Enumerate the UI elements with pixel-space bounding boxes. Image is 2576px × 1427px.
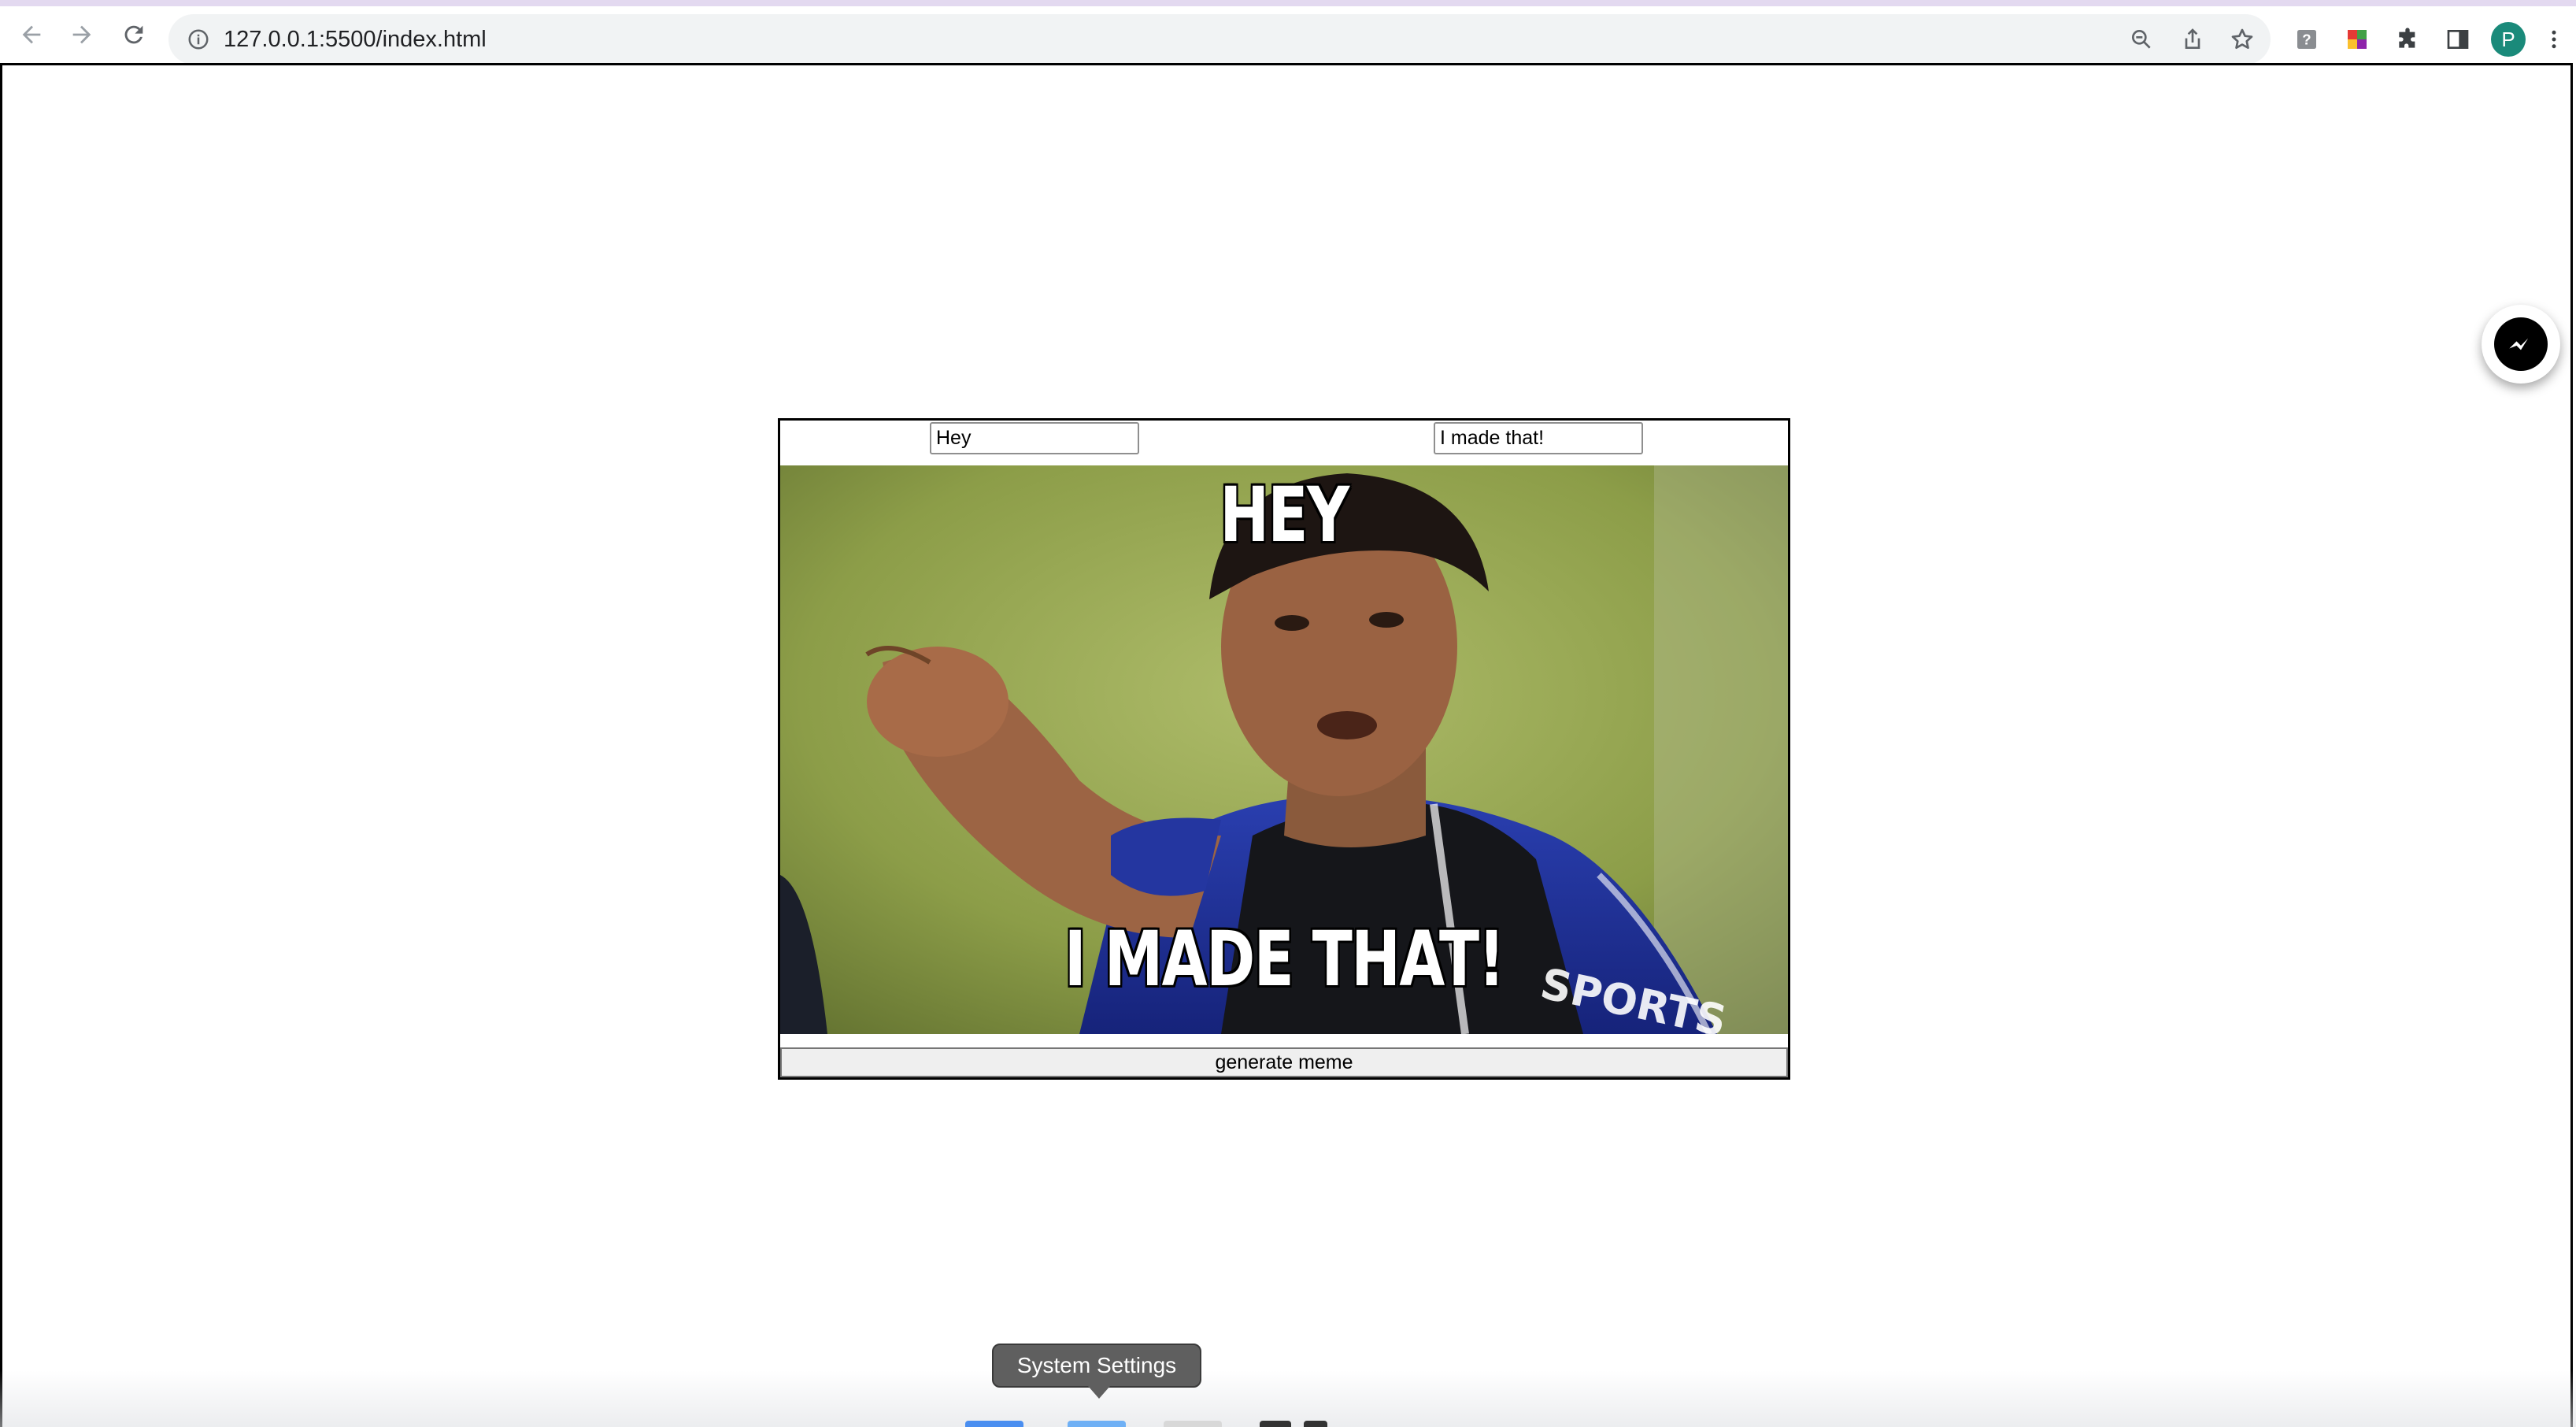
reload-icon — [124, 25, 143, 44]
top-text-input[interactable] — [930, 422, 1139, 454]
dock-app-icon[interactable] — [1260, 1421, 1291, 1427]
meme-top-caption: HEY — [1220, 471, 1349, 559]
star-icon[interactable] — [2226, 24, 2258, 55]
zoom-icon[interactable] — [2126, 24, 2157, 55]
arrow-right-icon — [72, 25, 91, 44]
dock-area — [0, 1370, 2576, 1427]
puzzle-icon[interactable] — [2390, 22, 2425, 57]
dock-app-icon[interactable] — [1068, 1421, 1126, 1427]
info-icon[interactable] — [184, 25, 213, 54]
question-icon[interactable]: ? — [2289, 22, 2324, 57]
dock-app-icon[interactable] — [1304, 1421, 1327, 1427]
generate-meme-button[interactable]: generate meme — [780, 1047, 1788, 1077]
url-text[interactable]: 127.0.0.1:5500/index.html — [224, 14, 487, 65]
forward-button[interactable] — [65, 17, 99, 52]
color-extension-icon[interactable] — [2340, 22, 2374, 57]
reload-button[interactable] — [117, 17, 151, 52]
messenger-chat-button[interactable] — [2482, 305, 2560, 384]
arrow-left-icon — [22, 25, 41, 44]
kebab-menu-icon[interactable] — [2541, 22, 2567, 57]
meme-generator-form: SPORTS HEY I MADE THAT! generate meme — [778, 418, 1790, 1080]
window-accent-strip — [0, 0, 2576, 6]
messenger-icon — [2494, 317, 2548, 371]
system-settings-tooltip: System Settings — [992, 1344, 1201, 1388]
address-bar[interactable]: 127.0.0.1:5500/index.html — [168, 14, 2271, 65]
bottom-text-input[interactable] — [1434, 422, 1643, 454]
dock-app-icon[interactable] — [965, 1421, 1023, 1427]
meme-image: SPORTS HEY I MADE THAT! — [780, 465, 1788, 1034]
side-panel-icon[interactable] — [2441, 22, 2475, 57]
share-icon[interactable] — [2177, 24, 2208, 55]
browser-toolbar: 127.0.0.1:5500/index.html ? P — [0, 6, 2576, 65]
back-button[interactable] — [14, 17, 49, 52]
profile-avatar[interactable]: P — [2491, 22, 2526, 57]
tooltip-arrow — [1088, 1386, 1110, 1399]
meme-bottom-caption: I MADE THAT! — [1064, 915, 1505, 1003]
svg-text:?: ? — [2302, 32, 2311, 48]
dock-app-icon[interactable] — [1164, 1421, 1222, 1427]
